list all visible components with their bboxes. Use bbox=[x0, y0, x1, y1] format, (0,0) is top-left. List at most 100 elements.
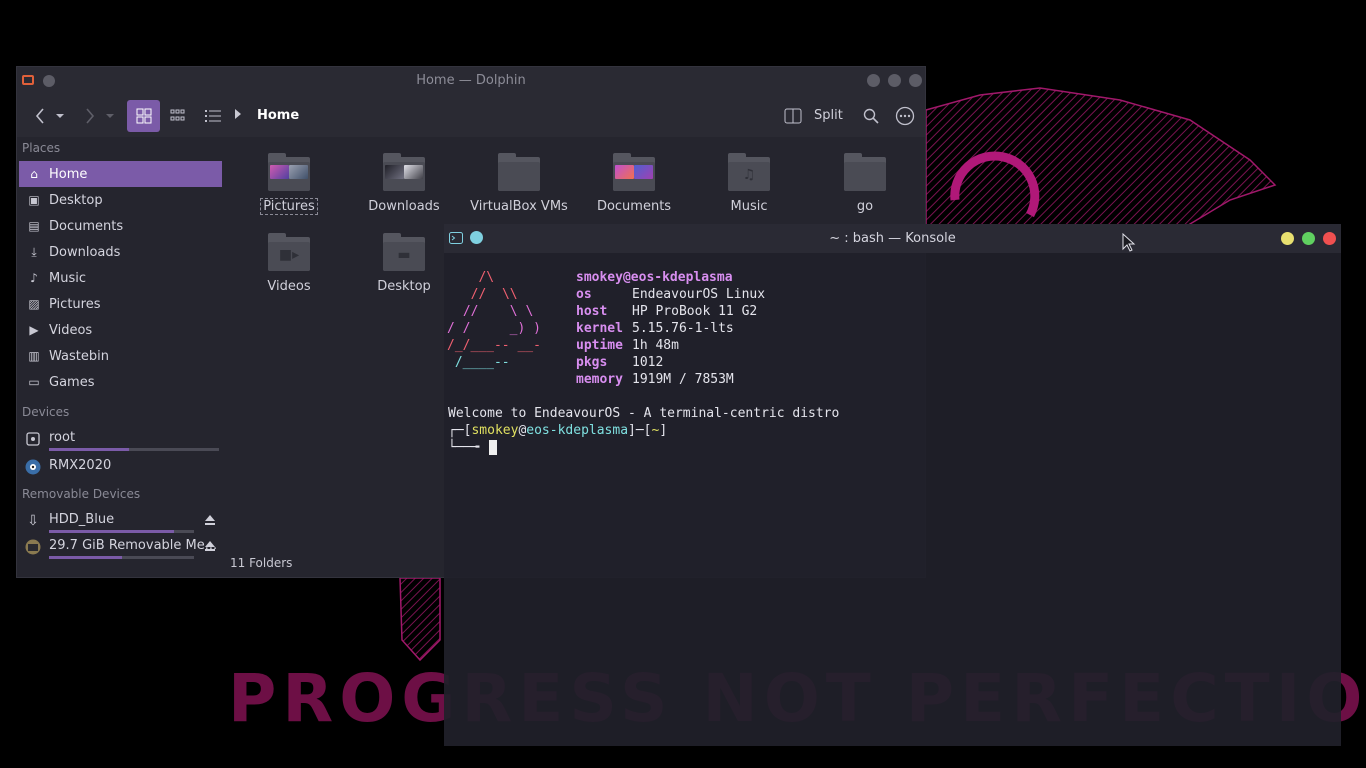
sdcard-icon bbox=[25, 539, 41, 555]
close-button[interactable] bbox=[909, 74, 922, 87]
desktop-icon: ▣ bbox=[28, 193, 40, 207]
trash-icon: ▥ bbox=[28, 349, 40, 363]
folder-icon: ▭ bbox=[28, 375, 40, 389]
search-button[interactable] bbox=[860, 100, 882, 132]
folder-with-thumbnails-icon bbox=[383, 153, 425, 191]
mouse-cursor-icon bbox=[1122, 233, 1136, 252]
back-arrow-icon bbox=[35, 108, 44, 124]
fetch-value: 1h 48m bbox=[632, 338, 679, 353]
logo-line: // \\ bbox=[455, 287, 518, 302]
folder-music[interactable]: ♫ Music bbox=[694, 153, 804, 214]
window-title: Home — Dolphin bbox=[416, 73, 526, 88]
breadcrumb-home[interactable]: Home bbox=[257, 108, 299, 123]
hdd-usage-bar bbox=[49, 530, 194, 533]
folder-virtualbox-vms[interactable]: VirtualBox VMs bbox=[464, 153, 574, 214]
music-folder-icon: ♫ bbox=[728, 153, 770, 191]
maximize-button[interactable] bbox=[1302, 232, 1315, 245]
back-button[interactable] bbox=[31, 100, 49, 132]
logo-line: // \ \ bbox=[455, 304, 534, 319]
devices-header: Devices bbox=[22, 405, 70, 419]
prompt-second-line: └──╼ bbox=[448, 440, 480, 455]
details-view-button[interactable] bbox=[198, 100, 228, 132]
back-history-dropdown[interactable] bbox=[53, 100, 67, 132]
compact-grid-icon bbox=[170, 109, 185, 121]
prompt-line: ┌─[smokey@eos-kdeplasma]─[~] bbox=[448, 423, 668, 438]
download-icon: ⤓ bbox=[31, 244, 37, 259]
logo-line: /_/___-- __- bbox=[447, 338, 541, 353]
usb-icon: ⇩ bbox=[27, 513, 39, 529]
removable-usage-bar bbox=[49, 556, 194, 559]
video-icon: ▶ bbox=[29, 323, 39, 337]
folder-downloads[interactable]: Downloads bbox=[349, 153, 459, 214]
eject-icon[interactable] bbox=[205, 541, 215, 551]
folder-with-thumbnails-icon bbox=[268, 153, 310, 191]
search-icon bbox=[863, 108, 879, 124]
music-icon: ♪ bbox=[30, 271, 38, 285]
folder-desktop[interactable]: ▬ Desktop bbox=[349, 233, 459, 294]
dolphin-titlebar[interactable]: Home — Dolphin bbox=[17, 67, 925, 95]
places-panel: Places ⌂ Home ▣ Desktop ▤ Documents ⤓ Downlo… bbox=[17, 137, 225, 577]
sidebar-item-home[interactable]: ⌂ Home bbox=[19, 161, 222, 187]
close-button[interactable] bbox=[1323, 232, 1336, 245]
fetch-user-host: smokey@eos-kdeplasma bbox=[576, 270, 733, 285]
compact-view-button[interactable] bbox=[163, 100, 193, 132]
list-icon bbox=[205, 110, 221, 122]
device-rmx2020[interactable]: RMX2020 bbox=[19, 455, 222, 483]
fetch-key: host bbox=[576, 304, 608, 319]
device-root[interactable]: root bbox=[19, 427, 222, 455]
konsole-window: ~ : bash — Konsole /\ // \\ // \ \ / / _… bbox=[444, 224, 1341, 746]
fetch-value: 1012 bbox=[632, 355, 664, 370]
sidebar-item-pictures[interactable]: ▨ Pictures bbox=[19, 291, 222, 317]
status-bar-text: 11 Folders bbox=[230, 556, 293, 570]
text-cursor bbox=[489, 440, 497, 455]
fetch-value: EndeavourOS Linux bbox=[632, 287, 766, 302]
window-title: ~ : bash — Konsole bbox=[829, 231, 956, 246]
fetch-value: 1919M / 7853M bbox=[632, 372, 734, 387]
split-icon-button[interactable] bbox=[782, 100, 804, 132]
folder-videos[interactable]: ■▸ Videos bbox=[234, 233, 344, 294]
forward-history-dropdown[interactable] bbox=[103, 100, 117, 132]
device-removable-media[interactable]: 29.7 GiB Removable Me... bbox=[19, 535, 222, 563]
picture-icon: ▨ bbox=[28, 297, 40, 311]
sidebar-item-downloads[interactable]: ⤓ Downloads bbox=[19, 239, 222, 265]
terminal-area[interactable]: /\ // \\ // \ \ / / _) ) /_/___-- __- /_… bbox=[447, 253, 1327, 733]
folder-pictures[interactable]: Pictures bbox=[234, 153, 344, 215]
welcome-message: Welcome to EndeavourOS - A terminal-cent… bbox=[448, 406, 840, 421]
sidebar-item-documents[interactable]: ▤ Documents bbox=[19, 213, 222, 239]
sidebar-item-desktop[interactable]: ▣ Desktop bbox=[19, 187, 222, 213]
fetch-key: memory bbox=[576, 372, 623, 387]
fetch-value: 5.15.76-1-lts bbox=[632, 321, 734, 336]
forward-button[interactable] bbox=[81, 100, 99, 132]
removable-header: Removable Devices bbox=[22, 487, 141, 501]
logo-line: /____-- bbox=[447, 355, 510, 370]
sidebar-item-music[interactable]: ♪ Music bbox=[19, 265, 222, 291]
icons-view-button[interactable] bbox=[127, 100, 160, 132]
minimize-button[interactable] bbox=[867, 74, 880, 87]
desktop-folder-icon: ▬ bbox=[383, 233, 425, 271]
eject-icon[interactable] bbox=[205, 515, 215, 525]
split-view-icon bbox=[784, 108, 802, 124]
folder-icon bbox=[844, 153, 886, 191]
minimize-button[interactable] bbox=[1281, 232, 1294, 245]
sidebar-item-wastebin[interactable]: ▥ Wastebin bbox=[19, 343, 222, 369]
folder-go[interactable]: go bbox=[810, 153, 920, 214]
places-header: Places bbox=[22, 141, 61, 155]
breadcrumb-separator-icon bbox=[235, 109, 241, 119]
sidebar-item-games[interactable]: ▭ Games bbox=[19, 369, 222, 395]
menu-button[interactable] bbox=[894, 100, 916, 132]
dolphin-toolbar: Home Split bbox=[17, 95, 925, 137]
phone-icon bbox=[25, 459, 41, 475]
video-folder-icon: ■▸ bbox=[268, 233, 310, 271]
fetch-key: uptime bbox=[576, 338, 623, 353]
document-icon: ▤ bbox=[28, 219, 40, 233]
logo-line: /\ bbox=[455, 270, 495, 285]
maximize-button[interactable] bbox=[888, 74, 901, 87]
chevron-down-icon bbox=[106, 114, 114, 118]
drive-icon bbox=[25, 431, 41, 447]
folder-documents[interactable]: Documents bbox=[579, 153, 689, 214]
konsole-titlebar[interactable]: ~ : bash — Konsole bbox=[444, 224, 1341, 253]
root-usage-bar bbox=[49, 448, 219, 451]
split-button[interactable]: Split bbox=[814, 108, 843, 123]
device-hdd-blue[interactable]: ⇩ HDD_Blue bbox=[19, 509, 222, 537]
sidebar-item-videos[interactable]: ▶ Videos bbox=[19, 317, 222, 343]
